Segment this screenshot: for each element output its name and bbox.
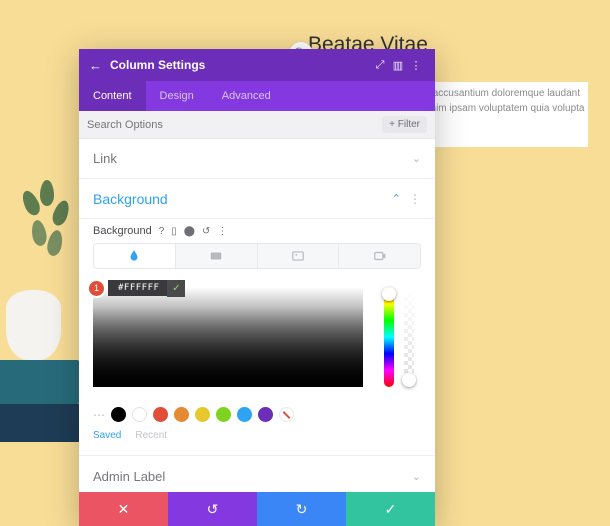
swatch-blue[interactable] bbox=[237, 407, 252, 422]
help-icon[interactable]: ? bbox=[159, 226, 165, 237]
chevron-up-icon: ⌃ bbox=[392, 192, 401, 205]
bg-tab-gradient[interactable] bbox=[176, 244, 258, 268]
tab-design[interactable]: Design bbox=[146, 81, 208, 111]
save-button[interactable]: ✓ bbox=[346, 492, 435, 526]
bg-tab-color[interactable] bbox=[94, 244, 176, 268]
swatch-purple[interactable] bbox=[258, 407, 273, 422]
tablet-icon[interactable]: ▯ bbox=[171, 226, 177, 237]
alpha-thumb[interactable] bbox=[402, 373, 416, 387]
background-controls: Background ? ▯ ⬤ ↺ ⋮ bbox=[79, 219, 435, 397]
more-icon[interactable]: ⋮ bbox=[217, 226, 227, 237]
video-icon bbox=[373, 249, 387, 263]
gradient-icon bbox=[209, 249, 223, 263]
hex-pill: 1 #FFFFFF ✓ bbox=[93, 279, 185, 297]
background-label: Background bbox=[93, 225, 152, 237]
swatch-green[interactable] bbox=[216, 407, 231, 422]
drop-icon bbox=[127, 249, 141, 263]
swatch-red[interactable] bbox=[153, 407, 168, 422]
step-badge: 1 bbox=[87, 279, 106, 298]
expand-icon[interactable]: ⤢ bbox=[371, 59, 389, 72]
swatch-black[interactable] bbox=[111, 407, 126, 422]
alpha-slider[interactable] bbox=[404, 287, 414, 387]
kebab-icon[interactable]: ⋮ bbox=[407, 59, 425, 72]
section-kebab-icon[interactable]: ⋮ bbox=[409, 192, 421, 206]
color-picker: 1 #FFFFFF ✓ bbox=[93, 279, 421, 397]
tab-content[interactable]: Content bbox=[79, 81, 146, 111]
section-admin-label[interactable]: Admin Label ⌄ bbox=[79, 456, 435, 492]
recent-tab[interactable]: Recent bbox=[135, 430, 167, 441]
undo-button[interactable]: ↺ bbox=[168, 492, 257, 526]
bg-tab-image[interactable] bbox=[258, 244, 340, 268]
swatch-white[interactable] bbox=[132, 407, 147, 422]
image-icon bbox=[291, 249, 305, 263]
hex-value[interactable]: #FFFFFF bbox=[108, 280, 167, 296]
chevron-down-icon: ⌄ bbox=[412, 152, 421, 165]
swatch-none[interactable] bbox=[279, 407, 294, 422]
swatch-more-icon[interactable]: ⋯ bbox=[93, 408, 105, 422]
saturation-value-field[interactable] bbox=[93, 287, 363, 387]
search-input[interactable] bbox=[87, 119, 382, 131]
section-background[interactable]: Background ⌃ ⋮ bbox=[79, 179, 435, 219]
swatch-orange[interactable] bbox=[174, 407, 189, 422]
hover-icon[interactable]: ⬤ bbox=[184, 226, 195, 237]
bg-tab-video[interactable] bbox=[339, 244, 420, 268]
hue-thumb[interactable] bbox=[382, 287, 396, 301]
swatch-row: ⋯ bbox=[79, 397, 435, 428]
cancel-button[interactable]: ✕ bbox=[79, 492, 168, 526]
panel-footer: ✕ ↺ ↻ ✓ bbox=[79, 492, 435, 526]
redo-button[interactable]: ↻ bbox=[257, 492, 346, 526]
column-settings-panel: ← Column Settings ⤢ ▥ ⋮ Content Design A… bbox=[79, 49, 435, 526]
layout-icon[interactable]: ▥ bbox=[389, 59, 407, 72]
hue-slider[interactable] bbox=[384, 287, 394, 387]
panel-tabs: Content Design Advanced bbox=[79, 81, 435, 111]
search-row: + Filter bbox=[79, 111, 435, 139]
swatch-yellow[interactable] bbox=[195, 407, 210, 422]
tab-advanced[interactable]: Advanced bbox=[208, 81, 285, 111]
panel-title: Column Settings bbox=[110, 58, 371, 72]
chevron-down-icon: ⌄ bbox=[412, 470, 421, 483]
section-link[interactable]: Link ⌄ bbox=[79, 139, 435, 179]
confirm-color-icon[interactable]: ✓ bbox=[167, 280, 185, 297]
back-arrow-icon[interactable]: ← bbox=[89, 58, 102, 73]
reset-icon[interactable]: ↺ bbox=[202, 226, 210, 237]
background-type-tabs bbox=[93, 243, 421, 269]
saved-tab[interactable]: Saved bbox=[93, 430, 121, 441]
background-scene bbox=[0, 210, 80, 510]
filter-button[interactable]: + Filter bbox=[382, 116, 427, 133]
panel-header: ← Column Settings ⤢ ▥ ⋮ bbox=[79, 49, 435, 81]
